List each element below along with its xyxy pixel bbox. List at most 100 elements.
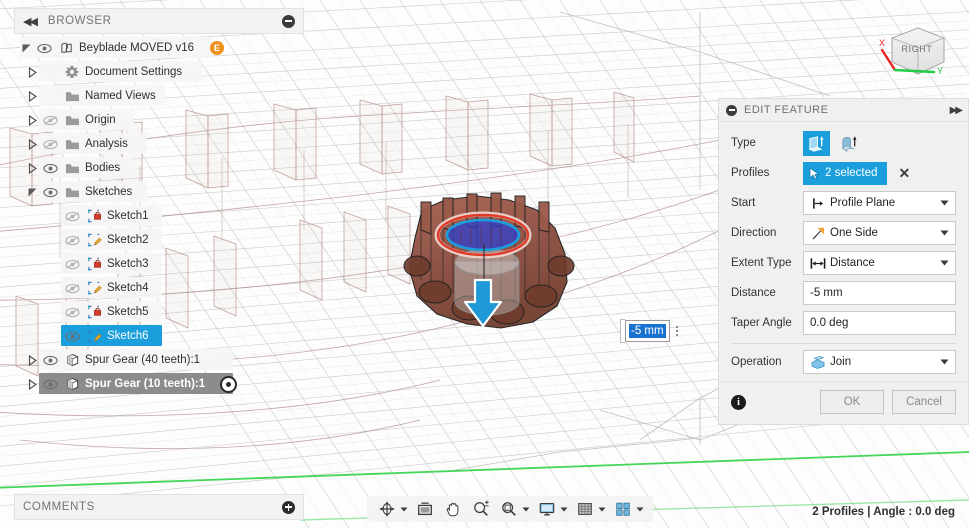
tree-row-document-settings[interactable]: Document Settings	[14, 60, 314, 84]
collapsed-triangle-icon[interactable]	[26, 372, 39, 396]
zoom-button[interactable]	[467, 496, 495, 522]
value-input-text[interactable]: -5 mm	[629, 324, 666, 338]
chevron-down-icon[interactable]	[937, 230, 951, 236]
tree-row-sketch6[interactable]: Sketch6	[14, 324, 314, 348]
extrude-surface-icon[interactable]	[836, 131, 863, 156]
tree-row-sketch4[interactable]: Sketch4	[14, 276, 314, 300]
profiles-label: Profiles	[731, 167, 770, 179]
eye-hidden-icon[interactable]	[61, 204, 83, 228]
x-clear-icon[interactable]: ✕	[898, 166, 910, 180]
zoom-icon	[470, 498, 492, 520]
operation-dropdown[interactable]: Join	[803, 350, 956, 374]
edit-feature-panel[interactable]: EDIT FEATURE ▶▶ Type Profiles 2 selected…	[718, 98, 969, 425]
pan-button[interactable]	[439, 496, 467, 522]
extrude-profile-icon[interactable]	[803, 130, 830, 156]
tree-row-spur-gear-40-teeth-1[interactable]: Spur Gear (40 teeth):1	[14, 348, 314, 372]
tree-row-root[interactable]: Beyblade MOVED v16 E	[14, 36, 314, 60]
panel-expand-icon[interactable]: ▶▶	[950, 105, 963, 116]
collapsed-triangle-icon[interactable]	[26, 108, 39, 132]
chevron-down-icon[interactable]	[937, 200, 951, 206]
tree-row-bodies[interactable]: Bodies	[14, 156, 314, 180]
direction-value: One Side	[830, 227, 878, 239]
eye-visible-icon[interactable]	[33, 36, 55, 60]
eye-hidden-icon[interactable]	[61, 228, 83, 252]
tree-row-sketch5[interactable]: Sketch5	[14, 300, 314, 324]
eye-hidden-icon[interactable]	[39, 108, 61, 132]
collapsed-triangle-icon[interactable]	[26, 156, 39, 180]
tree-row-sketch1[interactable]: Sketch1	[14, 204, 314, 228]
tree-row-sketch3[interactable]: Sketch3	[14, 252, 314, 276]
collapsed-triangle-icon[interactable]	[26, 84, 39, 108]
row-extent-type: Extent Type Distance	[731, 248, 956, 278]
extent-type-dropdown[interactable]: Distance	[803, 251, 956, 275]
start-dropdown[interactable]: Profile Plane	[803, 191, 956, 215]
tree-row-named-views[interactable]: Named Views	[14, 84, 314, 108]
expander-placeholder	[48, 276, 61, 300]
browser-collapse-icon[interactable]: ◀◀	[23, 15, 38, 28]
expander-placeholder	[48, 204, 61, 228]
cancel-button[interactable]: Cancel	[892, 390, 956, 414]
chevron-down-icon[interactable]	[521, 507, 530, 512]
info-icon[interactable]: i	[731, 394, 746, 410]
eye-visible-icon[interactable]	[39, 372, 61, 396]
tree-root-label: Beyblade MOVED v16	[79, 42, 195, 54]
eye-visible-icon[interactable]	[39, 348, 61, 372]
comments-panel[interactable]: COMMENTS	[14, 494, 304, 520]
browser-panel-header[interactable]: ◀◀ BROWSER	[14, 8, 304, 34]
add-comment-icon[interactable]	[282, 500, 295, 514]
value-input-menu-icon[interactable]	[675, 326, 678, 336]
orbit-button[interactable]	[373, 496, 411, 522]
chevron-down-icon[interactable]	[635, 507, 644, 512]
browser-minimize-icon[interactable]	[282, 14, 295, 28]
profiles-select-button[interactable]: 2 selected	[803, 161, 888, 185]
tree-row-origin[interactable]: Origin	[14, 108, 314, 132]
expanded-triangle-icon[interactable]	[26, 180, 39, 204]
eye-visible-icon[interactable]	[61, 324, 83, 348]
chevron-down-icon[interactable]	[937, 260, 951, 266]
chevron-down-icon[interactable]	[399, 507, 408, 512]
eye-hidden-icon[interactable]	[39, 132, 61, 156]
navigation-toolbar[interactable]	[367, 496, 653, 522]
distance-input[interactable]: -5 mm	[803, 281, 956, 305]
eye-hidden-icon[interactable]	[61, 276, 83, 300]
tree-row-sketches[interactable]: Sketches	[14, 180, 314, 204]
active-component-radio[interactable]	[220, 375, 238, 393]
display-settings-button[interactable]	[533, 496, 571, 522]
eye-visible-icon[interactable]	[39, 156, 61, 180]
collapsed-triangle-icon[interactable]	[26, 60, 39, 84]
edit-feature-header[interactable]: EDIT FEATURE ▶▶	[719, 99, 968, 122]
eye-visible-icon[interactable]	[39, 180, 61, 204]
tree-row-analysis[interactable]: Analysis	[14, 132, 314, 156]
eye-hidden-icon[interactable]	[61, 300, 83, 324]
sketch-editable-icon	[83, 228, 105, 252]
edit-in-place-badge[interactable]: E	[210, 41, 225, 55]
chevron-down-icon[interactable]	[937, 359, 951, 365]
grid-snaps-button[interactable]	[571, 496, 609, 522]
panel-minimize-icon[interactable]	[726, 104, 737, 116]
expanded-triangle-icon[interactable]	[20, 36, 33, 60]
tree-row-spur-gear-10-teeth-1[interactable]: Spur Gear (10 teeth):1	[14, 372, 314, 396]
chevron-down-icon[interactable]	[597, 507, 606, 512]
browser-tree[interactable]: Beyblade MOVED v16 E Document Settings Na…	[14, 36, 314, 396]
canvas-value-input[interactable]: -5 mm	[620, 319, 678, 343]
taper-angle-input[interactable]: 0.0 deg	[803, 311, 956, 335]
eye-hidden-icon[interactable]	[61, 252, 83, 276]
start-label: Start	[731, 197, 756, 209]
tree-row-list: Document Settings Named Views Origin Analys…	[14, 60, 314, 396]
folder-icon	[61, 84, 83, 108]
direction-label: Direction	[731, 227, 777, 239]
viewports-button[interactable]	[609, 496, 647, 522]
collapsed-triangle-icon[interactable]	[26, 132, 39, 156]
look-at-button[interactable]	[411, 496, 439, 522]
tree-row-sketch2[interactable]: Sketch2	[14, 228, 314, 252]
value-input-box[interactable]: -5 mm	[625, 320, 670, 342]
operation-label: Operation	[731, 356, 782, 368]
direction-dropdown[interactable]: One Side	[803, 221, 956, 245]
zoom-window-button[interactable]	[495, 496, 533, 522]
cursor-arrow-icon	[809, 166, 820, 180]
tree-item-label: Bodies	[85, 162, 121, 174]
expander-placeholder	[48, 228, 61, 252]
ok-button[interactable]: OK	[820, 390, 884, 414]
collapsed-triangle-icon[interactable]	[26, 348, 39, 372]
chevron-down-icon[interactable]	[559, 507, 568, 512]
